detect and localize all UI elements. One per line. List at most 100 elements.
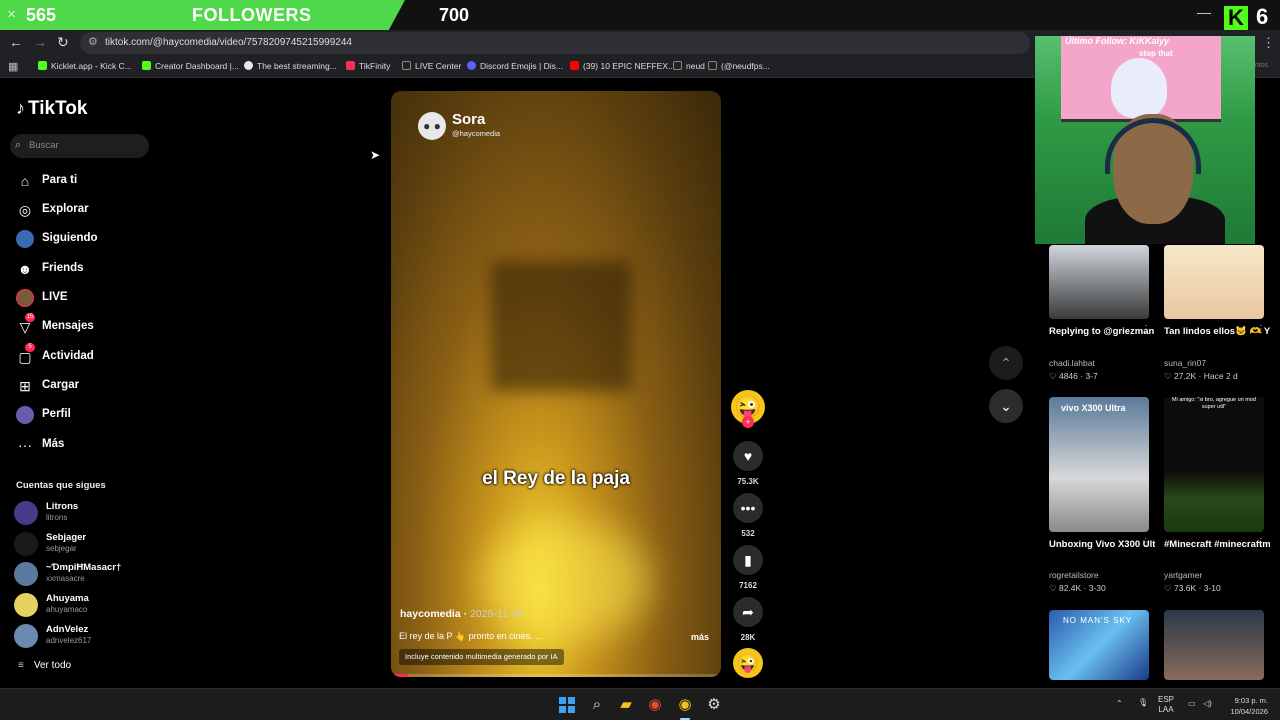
windows-start-icon[interactable] <box>559 697 575 713</box>
video-user[interactable]: chadi.lahbat <box>1049 358 1095 368</box>
site-info-icon[interactable]: ⚙ <box>88 35 98 48</box>
video-thumbnail[interactable] <box>1164 610 1264 680</box>
see-all-link[interactable]: ≡ Ver todo <box>18 660 71 671</box>
video-stats: ♡ 82.4K · 3-30 <box>1049 583 1106 593</box>
more-options-icon[interactable]: ⋮ <box>1256 537 1266 548</box>
more-options-icon[interactable]: ⋮ <box>1256 324 1266 335</box>
following-account[interactable]: AdnVelez adnvelez617 <box>12 622 152 650</box>
headset-icon <box>1105 118 1201 174</box>
url-text[interactable]: tiktok.com/@haycomedia/video/75782097452… <box>105 37 352 48</box>
watermark-handle: @haycomedia <box>452 129 501 138</box>
video-user[interactable]: rogretailstore <box>1049 570 1099 580</box>
account-handle: litrons <box>46 513 68 522</box>
sidebar-item-para-ti[interactable]: ⌂ Para ti <box>14 170 154 192</box>
bookmark-live-center[interactable]: LIVE Center <box>402 61 461 71</box>
sidebar-item-actividad[interactable]: ▢ 5 Actividad <box>14 343 154 368</box>
bookmark-creator-dashboard[interactable]: Creator Dashboard |... <box>142 61 239 71</box>
more-options-icon[interactable]: ⋮ <box>1141 324 1151 335</box>
nav-label: Siguiendo <box>42 232 98 244</box>
previous-video-button[interactable]: ⌃ <box>989 346 1023 380</box>
save-button[interactable]: ▮ <box>733 545 763 575</box>
apps-grid-icon[interactable]: ▦ <box>8 60 18 73</box>
sidebar-item-friends[interactable]: ☻ Friends <box>14 258 154 280</box>
video-thumbnail[interactable] <box>1164 245 1264 319</box>
close-icon[interactable]: ✕ <box>7 8 16 21</box>
video-date: 2025-11-29 <box>470 608 523 620</box>
video-player[interactable]: ● ● Sora @haycomedia el Rey de la paja h… <box>391 91 721 677</box>
next-video-button[interactable]: ⌄ <box>989 389 1023 423</box>
video-user[interactable]: yartgamer <box>1164 570 1202 580</box>
network-icon[interactable]: ▭ <box>1188 699 1196 709</box>
mouse-cursor-icon: ➤ <box>370 148 381 162</box>
comment-button[interactable]: ••• <box>733 493 763 523</box>
settings-icon[interactable]: ⚙ <box>705 696 723 714</box>
thumbnail-overlay-text: Mi amigo: "si bro, agregue un mod super … <box>1172 397 1256 410</box>
minimize-icon[interactable]: — <box>1197 4 1211 20</box>
video-progress-fill <box>391 674 408 677</box>
music-disc-icon[interactable]: 😜 <box>733 648 763 678</box>
like-button[interactable]: ♥ <box>733 441 763 471</box>
bookmark-discord-emojis[interactable]: Discord Emojis | Dis... <box>467 61 563 71</box>
bookmark-kicklet[interactable]: Kicklet.app - Kick C... <box>38 61 132 71</box>
bookmark-streaming[interactable]: The best streaming... <box>244 61 337 71</box>
following-account[interactable]: Sebjager sebjegar <box>12 530 152 558</box>
back-icon[interactable]: ← <box>9 34 23 50</box>
nav-label: Explorar <box>42 203 89 215</box>
video-thumbnail[interactable]: NO MAN'S SKY <box>1049 610 1149 680</box>
sidebar-item-mas[interactable]: ··· Más <box>14 434 154 456</box>
microphone-icon[interactable]: 🎙 <box>1138 698 1148 708</box>
video-caption: el Rey de la paja <box>482 468 630 489</box>
webcam-overlay: Último Follow: KiKKaiyy stop that <box>1035 36 1255 244</box>
video-stats: ♡ 27.2K · Hace 2 d <box>1164 371 1238 381</box>
video-progress-bar[interactable] <box>391 674 721 677</box>
search-input[interactable]: ⌕ Buscar <box>10 134 149 158</box>
file-explorer-icon[interactable]: ▰ <box>617 696 635 714</box>
account-name: ~ƊmpiĦMasacr† <box>46 562 122 573</box>
bookmark-icon: ▮ <box>744 552 752 568</box>
bookmark-neudfps[interactable]: (@neudfps... <box>708 61 770 71</box>
browser-menu-icon[interactable]: ⋮ <box>1262 35 1275 51</box>
chrome-active-icon[interactable]: ◉ <box>676 696 694 714</box>
goal-label: FOLLOWERS <box>192 5 312 25</box>
sidebar-item-explorar[interactable]: ◎ Explorar <box>14 199 154 221</box>
video-thumbnail[interactable] <box>1049 245 1149 319</box>
video-thumbnail[interactable]: vivo X300 Ultra <box>1049 397 1149 532</box>
sidebar-item-perfil[interactable]: Perfil <box>14 404 154 426</box>
video-thumbnail[interactable]: Mi amigo: "si bro, agregue un mod super … <box>1164 397 1264 532</box>
clock-time: 9:03 p. m. <box>1234 696 1268 705</box>
follow-plus-icon[interactable]: + <box>742 416 754 428</box>
sidebar-item-cargar[interactable]: ⊞ Cargar <box>14 375 154 397</box>
comment-count: 532 <box>741 529 755 538</box>
video-user[interactable]: suna_rin07 <box>1164 358 1206 368</box>
monitor-subtitle: stop that <box>1139 49 1173 58</box>
bookmark-label: (@neudfps... <box>721 61 770 71</box>
video-author[interactable]: haycomedia <box>400 608 461 620</box>
more-options-icon[interactable]: ⋮ <box>1141 537 1151 548</box>
bookmark-tikfinity[interactable]: TikFinity <box>346 61 390 71</box>
nav-label: Para ti <box>42 174 78 186</box>
language-indicator[interactable]: ESP LAA <box>1158 695 1174 715</box>
sidebar-item-live[interactable]: LIVE <box>14 287 154 309</box>
address-bar[interactable]: ⚙ tiktok.com/@haycomedia/video/757820974… <box>80 32 1030 54</box>
tiktok-logo[interactable]: ♪ TikTok <box>16 98 87 120</box>
nav-label: Mensajes <box>42 320 94 332</box>
search-icon[interactable]: ⌕ <box>588 696 606 714</box>
share-button[interactable]: ➦ <box>733 597 763 627</box>
chevron-up-icon[interactable]: ⌃ <box>1116 699 1123 709</box>
following-account[interactable]: Litrons litrons <box>12 499 152 527</box>
bookmark-youtube[interactable]: (39) 10 EPIC NEFFEX... <box>570 61 675 71</box>
clock[interactable]: 9:03 p. m. 10/04/2026 <box>1222 695 1268 717</box>
chrome-icon[interactable]: ◉ <box>646 696 664 714</box>
kick-icon <box>142 61 151 70</box>
bookmark-neud[interactable]: neud <box>673 61 705 71</box>
forward-icon[interactable]: → <box>33 34 47 50</box>
more-button[interactable]: más <box>691 632 709 642</box>
kicklet-icon <box>38 61 47 70</box>
reload-icon[interactable]: ↻ <box>57 34 69 51</box>
following-account[interactable]: Ahuyama ahuyamaco <box>12 591 152 619</box>
sidebar-item-mensajes[interactable]: ▽ 15 Mensajes <box>14 313 154 338</box>
video-author-line[interactable]: haycomedia · 2025-11-29 <box>400 608 523 620</box>
sidebar-item-siguiendo[interactable]: Siguiendo <box>14 228 154 250</box>
following-account[interactable]: ~ƊmpiĦMasacr† xxmasacre <box>12 560 152 588</box>
volume-icon[interactable]: ◁) <box>1203 699 1212 709</box>
